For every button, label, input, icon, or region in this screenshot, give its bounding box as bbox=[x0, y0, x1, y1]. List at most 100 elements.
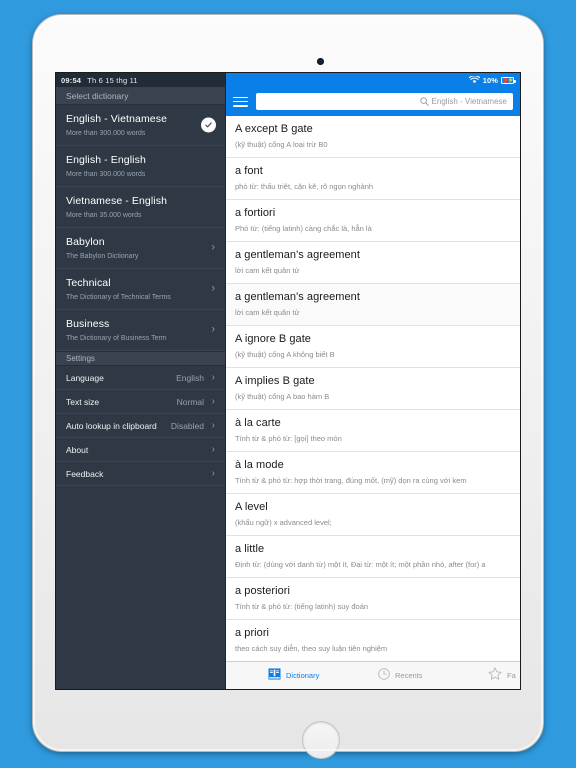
setting-label: Feedback bbox=[66, 468, 104, 479]
word-definition: lời cam kết quân tử bbox=[235, 266, 300, 275]
setting-value: English bbox=[176, 372, 204, 383]
sidebar-item-babylon[interactable]: Babylon The Babylon Dictionary › bbox=[56, 228, 225, 269]
word-term: a gentleman's agreement bbox=[235, 291, 360, 303]
setting-label: Text size bbox=[66, 396, 100, 407]
dictionary-title: English - Vietnamese bbox=[66, 113, 168, 125]
sidebar-item-feedback[interactable]: Feedback › bbox=[56, 462, 225, 486]
dictionary-subtitle: The Dictionary of Business Term bbox=[66, 335, 167, 342]
setting-value: Normal bbox=[176, 396, 204, 407]
dictionary-subtitle: The Babylon Dictionary bbox=[66, 253, 139, 260]
chevron-right-icon: › bbox=[211, 323, 215, 336]
search-icon bbox=[419, 93, 429, 110]
list-item[interactable]: A level (khẩu ngữ) x advanced level; bbox=[226, 494, 520, 536]
tab-dictionary[interactable]: Dictionary bbox=[246, 667, 356, 685]
chevron-right-icon: › bbox=[211, 443, 215, 455]
sidebar-panel: 09:54 Th 6 15 thg 11 Select dictionary E… bbox=[56, 73, 226, 689]
sidebar-item-vietnamese-english[interactable]: Vietnamese - English More than 35.000 wo… bbox=[56, 187, 225, 228]
word-definition: theo cách suy diễn, theo suy luận tiên n… bbox=[235, 644, 388, 653]
tab-recents[interactable]: Recents bbox=[356, 667, 466, 685]
clock-icon bbox=[378, 667, 390, 685]
chevron-right-icon: › bbox=[211, 419, 215, 431]
list-item[interactable]: à la carte Tính từ & phó từ: [gọi] theo … bbox=[226, 410, 520, 452]
word-definition: (kỹ thuật) cổng A loại trừ B0 bbox=[235, 140, 328, 149]
word-term: A ignore B gate bbox=[235, 333, 311, 345]
list-item[interactable]: a font phó từ: thấu triệt, cặn kẽ, rõ ng… bbox=[226, 158, 520, 200]
ipad-screen: 09:54 Th 6 15 thg 11 Select dictionary E… bbox=[55, 72, 521, 690]
check-icon bbox=[201, 117, 216, 133]
dictionary-title: Vietnamese - English bbox=[66, 195, 168, 207]
word-definition: (kỹ thuật) cổng A bao hàm B bbox=[235, 392, 330, 401]
list-item[interactable]: A ignore B gate (kỹ thuật) cổng A không … bbox=[226, 326, 520, 368]
word-definition: lời cam kết quân tử bbox=[235, 308, 300, 317]
chevron-right-icon: › bbox=[211, 241, 215, 254]
dictionary-list: English - Vietnamese More than 300.000 w… bbox=[56, 105, 225, 689]
hamburger-menu-icon[interactable] bbox=[233, 96, 248, 108]
word-definition: Phó từ: (tiếng latinh) càng chắc là, hẳn… bbox=[235, 224, 372, 233]
word-definition: Tính từ & phó từ: hợp thời trang, đúng m… bbox=[235, 476, 467, 485]
search-input[interactable]: English - Vietnamese bbox=[256, 93, 513, 110]
setting-value: Disabled bbox=[170, 420, 204, 431]
list-item[interactable]: a little Định từ: (dùng với danh từ) một… bbox=[226, 536, 520, 578]
sidebar-item-language[interactable]: Language English › bbox=[56, 366, 225, 390]
setting-label: Auto lookup in clipboard bbox=[66, 420, 157, 431]
sidebar-item-english-english[interactable]: English - English More than 300.000 word… bbox=[56, 146, 225, 187]
dictionary-subtitle: More than 300.000 words bbox=[66, 130, 146, 137]
select-dictionary-header: Select dictionary bbox=[56, 87, 225, 105]
list-item[interactable]: A except B gate (kỹ thuật) cổng A loại t… bbox=[226, 116, 520, 158]
dictionary-title: Technical bbox=[66, 277, 111, 289]
dictionary-word-list[interactable]: A except B gate (kỹ thuật) cổng A loại t… bbox=[226, 116, 520, 661]
word-term: a fortiori bbox=[235, 207, 276, 219]
word-definition: Tính từ & phó từ: (tiếng latinh) suy đoá… bbox=[235, 602, 369, 611]
word-definition: (kỹ thuật) cổng A không biết B bbox=[235, 350, 335, 359]
status-time: 09:54 bbox=[61, 75, 82, 85]
dictionary-title: Business bbox=[66, 318, 110, 330]
list-item[interactable]: à la mode Tính từ & phó từ: hợp thời tra… bbox=[226, 452, 520, 494]
word-term: a priori bbox=[235, 627, 270, 639]
list-item[interactable]: a priori theo cách suy diễn, theo suy lu… bbox=[226, 620, 520, 661]
word-definition: Tính từ & phó từ: [gọi] theo món bbox=[235, 434, 342, 443]
search-placeholder: English - Vietnamese bbox=[431, 97, 507, 106]
list-item[interactable]: a posteriori Tính từ & phó từ: (tiếng la… bbox=[226, 578, 520, 620]
word-definition: (khẩu ngữ) x advanced level; bbox=[235, 518, 332, 527]
navigation-bar: English - Vietnamese bbox=[226, 87, 520, 116]
sidebar-item-business[interactable]: Business The Dictionary of Business Term… bbox=[56, 310, 225, 351]
sidebar-item-about[interactable]: About › bbox=[56, 438, 225, 462]
word-term: A implies B gate bbox=[235, 375, 315, 387]
dictionary-subtitle: The Dictionary of Technical Terms bbox=[66, 294, 171, 301]
front-camera-icon bbox=[317, 58, 324, 65]
bottom-tab-bar: Dictionary Recents Fa bbox=[226, 661, 520, 689]
sidebar-item-auto-lookup[interactable]: Auto lookup in clipboard Disabled › bbox=[56, 414, 225, 438]
list-item[interactable]: a fortiori Phó từ: (tiếng latinh) càng c… bbox=[226, 200, 520, 242]
sidebar-item-english-vietnamese[interactable]: English - Vietnamese More than 300.000 w… bbox=[56, 105, 225, 146]
setting-label: Language bbox=[66, 372, 104, 383]
setting-label: About bbox=[66, 444, 89, 455]
word-definition: Định từ: (dùng với danh từ) một ít, Đại … bbox=[235, 560, 486, 569]
dictionary-subtitle: More than 300.000 words bbox=[66, 171, 146, 178]
battery-icon: ⚡ bbox=[501, 76, 516, 84]
battery-percent-label: 10% bbox=[482, 75, 498, 85]
list-item[interactable]: a gentleman's agreement lời cam kết quân… bbox=[226, 242, 520, 284]
main-status-bar: 10% ⚡ bbox=[226, 73, 520, 87]
book-icon bbox=[268, 667, 281, 685]
list-item[interactable]: a gentleman's agreement lời cam kết quân… bbox=[226, 284, 520, 326]
word-term: a font bbox=[235, 165, 263, 177]
dictionary-title: English - English bbox=[66, 154, 146, 166]
word-definition: phó từ: thấu triệt, cặn kẽ, rõ ngọn nghà… bbox=[235, 182, 374, 191]
tab-label: Recents bbox=[395, 671, 423, 680]
chevron-right-icon: › bbox=[211, 395, 215, 407]
word-term: a little bbox=[235, 543, 265, 555]
word-term: a gentleman's agreement bbox=[235, 249, 360, 261]
word-term: a posteriori bbox=[235, 585, 291, 597]
chevron-right-icon: › bbox=[211, 371, 215, 383]
tab-favorites[interactable]: Fa bbox=[466, 666, 520, 685]
list-item[interactable]: A implies B gate (kỹ thuật) cổng A bao h… bbox=[226, 368, 520, 410]
sidebar-item-text-size[interactable]: Text size Normal › bbox=[56, 390, 225, 414]
sidebar-item-technical[interactable]: Technical The Dictionary of Technical Te… bbox=[56, 269, 225, 310]
home-button[interactable] bbox=[302, 721, 340, 759]
word-term: A except B gate bbox=[235, 123, 313, 135]
main-panel: 10% ⚡ English - Vietnamese A except B ga… bbox=[226, 73, 520, 689]
sidebar-status-bar: 09:54 Th 6 15 thg 11 bbox=[56, 73, 225, 87]
word-term: à la carte bbox=[235, 417, 281, 429]
status-date: Th 6 15 thg 11 bbox=[87, 75, 138, 85]
tab-label: Dictionary bbox=[286, 671, 320, 680]
